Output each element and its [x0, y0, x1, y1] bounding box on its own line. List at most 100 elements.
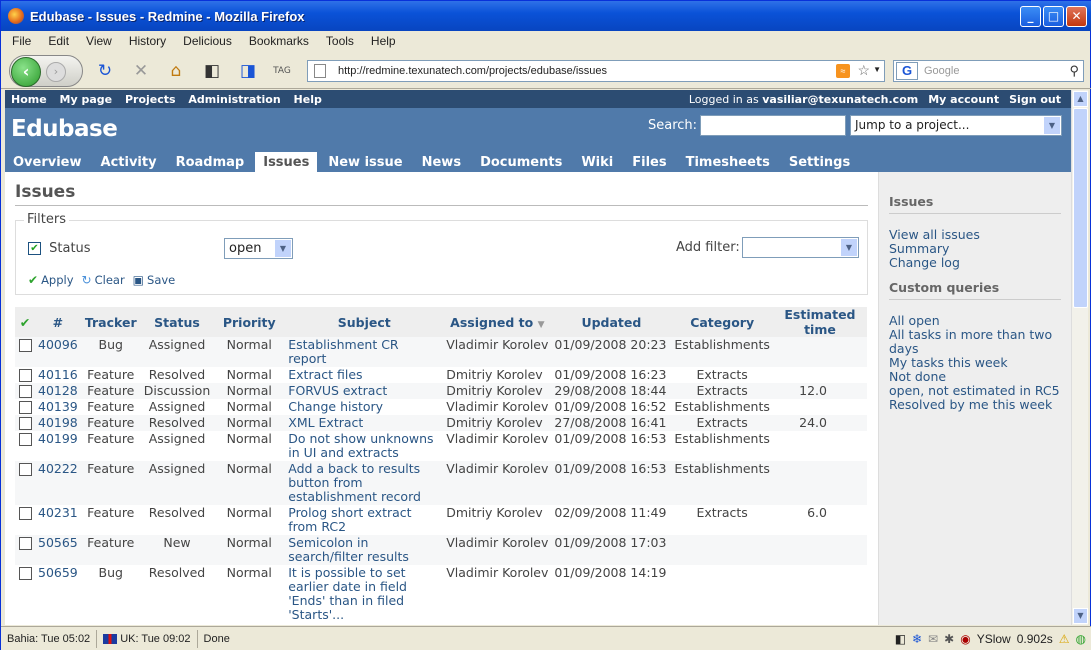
- query-open-not-estimated-rc5[interactable]: open, not estimated in RC5: [889, 384, 1061, 398]
- row-checkbox[interactable]: [18, 567, 32, 580]
- yslow-icon[interactable]: ◉: [960, 632, 970, 646]
- sign-out-link[interactable]: Sign out: [1009, 93, 1061, 106]
- globe-icon[interactable]: ◍: [1076, 632, 1086, 646]
- sidebar-link-summary[interactable]: Summary: [889, 242, 1061, 256]
- tab-documents[interactable]: Documents: [472, 152, 570, 173]
- status-operator-select[interactable]: open ▼: [224, 238, 293, 259]
- issue-id[interactable]: 40128: [35, 383, 81, 399]
- issue-subject[interactable]: Semicolon in search/filter results: [285, 535, 443, 565]
- issue-subject[interactable]: FORVUS extract: [285, 383, 443, 399]
- menu-delicious[interactable]: Delicious: [177, 34, 238, 48]
- vertical-scrollbar[interactable]: ▲ ▼: [1071, 90, 1088, 625]
- top-link-projects[interactable]: Projects: [125, 93, 176, 106]
- issue-id[interactable]: 50565: [35, 535, 81, 565]
- issue-id[interactable]: 40139: [35, 399, 81, 415]
- table-row[interactable]: 40096 Bug Assigned Normal Establishment CR r…: [15, 337, 867, 367]
- maximize-button[interactable]: □: [1043, 6, 1064, 27]
- scroll-up-icon[interactable]: ▲: [1073, 91, 1088, 107]
- issue-subject[interactable]: Extract files: [285, 367, 443, 383]
- table-row[interactable]: 40198 Feature Resolved Normal XML Extract Dmi…: [15, 415, 867, 431]
- tab-issues[interactable]: Issues: [255, 152, 318, 173]
- status-filter-checkbox[interactable]: ✔: [28, 242, 41, 255]
- clear-button[interactable]: ↻ Clear: [82, 273, 125, 287]
- issue-id[interactable]: 40198: [35, 415, 81, 431]
- row-checkbox[interactable]: [18, 433, 32, 446]
- col-subject[interactable]: Subject: [285, 307, 443, 337]
- project-search-input[interactable]: [700, 115, 846, 136]
- menu-view[interactable]: View: [80, 34, 118, 48]
- stop-icon[interactable]: ✕: [130, 61, 152, 81]
- forward-button[interactable]: ›: [46, 62, 66, 82]
- search-bar[interactable]: G Google ⚲: [893, 60, 1084, 82]
- star-icon[interactable]: ☆: [857, 62, 870, 79]
- menu-history[interactable]: History: [123, 34, 172, 48]
- tab-new-issue[interactable]: New issue: [320, 152, 410, 173]
- query-all-open[interactable]: All open: [889, 314, 1061, 328]
- bookmark-icon[interactable]: ◨: [237, 61, 259, 81]
- google-engine-icon[interactable]: G: [896, 62, 918, 80]
- col-updated[interactable]: Updated: [551, 307, 671, 337]
- issue-id[interactable]: 40231: [35, 505, 81, 535]
- home-icon[interactable]: ⌂: [165, 61, 187, 81]
- issue-subject[interactable]: XML Extract: [285, 415, 443, 431]
- tab-wiki[interactable]: Wiki: [573, 152, 621, 173]
- issue-id[interactable]: 40199: [35, 431, 81, 461]
- issue-subject[interactable]: Add a back to results button from establ…: [285, 461, 443, 505]
- issue-subject[interactable]: It is possible to set earlier date in fi…: [285, 565, 443, 623]
- issue-subject[interactable]: Establishment CR report: [285, 337, 443, 367]
- tab-news[interactable]: News: [414, 152, 469, 173]
- col-status[interactable]: Status: [141, 307, 213, 337]
- table-row[interactable]: 40199 Feature Assigned Normal Do not show un…: [15, 431, 867, 461]
- table-row[interactable]: 40222 Feature Assigned Normal Add a back to …: [15, 461, 867, 505]
- tag-icon[interactable]: TAG: [271, 61, 293, 81]
- yslow-label[interactable]: YSlow: [977, 632, 1011, 646]
- query-my-tasks-this-week[interactable]: My tasks this week: [889, 356, 1061, 370]
- row-checkbox[interactable]: [18, 507, 32, 520]
- tab-roadmap[interactable]: Roadmap: [168, 152, 253, 173]
- url-bar[interactable]: http://redmine.texunatech.com/projects/e…: [307, 60, 885, 82]
- row-checkbox[interactable]: [18, 463, 32, 476]
- table-row[interactable]: 50659 Bug Resolved Normal It is possible to …: [15, 565, 867, 623]
- filters-legend[interactable]: Filters: [24, 212, 69, 227]
- issue-id[interactable]: 40096: [35, 337, 81, 367]
- my-account-link[interactable]: My account: [928, 93, 999, 106]
- col-assigned-to[interactable]: Assigned to ▼: [443, 307, 551, 337]
- sidebar-link-view-all-issues[interactable]: View all issues: [889, 228, 1061, 242]
- toggle-all-check-icon[interactable]: ✔: [15, 307, 35, 337]
- row-checkbox[interactable]: [18, 401, 32, 414]
- row-checkbox[interactable]: [18, 369, 32, 382]
- add-filter-select[interactable]: ▼: [742, 237, 859, 258]
- scroll-down-icon[interactable]: ▼: [1073, 608, 1088, 624]
- jump-to-project-select[interactable]: Jump to a project... ▼: [850, 115, 1062, 136]
- menu-file[interactable]: File: [6, 34, 37, 48]
- back-button[interactable]: ‹: [11, 57, 41, 87]
- col-tracker[interactable]: Tracker: [81, 307, 141, 337]
- screen-icon[interactable]: ◧: [895, 632, 906, 646]
- top-link-help[interactable]: Help: [294, 93, 322, 106]
- tab-timesheets[interactable]: Timesheets: [678, 152, 778, 173]
- save-button[interactable]: ▣ Save: [133, 273, 176, 287]
- table-row[interactable]: 40128 Feature Discussion Normal FORVUS extra…: [15, 383, 867, 399]
- issue-subject[interactable]: Do not show unknowns in UI and extracts: [285, 431, 443, 461]
- issue-subject[interactable]: Prolog short extract from RC2: [285, 505, 443, 535]
- query-not-done[interactable]: Not done: [889, 370, 1061, 384]
- screen-icon[interactable]: ◧: [201, 61, 223, 81]
- table-row[interactable]: 40231 Feature Resolved Normal Prolog short e…: [15, 505, 867, 535]
- tab-files[interactable]: Files: [624, 152, 674, 173]
- col-category[interactable]: Category: [671, 307, 773, 337]
- row-checkbox[interactable]: [18, 537, 32, 550]
- issue-id[interactable]: 50659: [35, 565, 81, 623]
- close-button[interactable]: ✕: [1066, 6, 1087, 27]
- issue-id[interactable]: 40116: [35, 367, 81, 383]
- table-row[interactable]: 40116 Feature Resolved Normal Extract files D…: [15, 367, 867, 383]
- col-estimated-time[interactable]: Estimated time: [773, 307, 867, 337]
- row-checkbox[interactable]: [18, 417, 32, 430]
- menu-tools[interactable]: Tools: [320, 34, 360, 48]
- reload-icon[interactable]: ↻: [94, 61, 116, 81]
- table-row[interactable]: 40139 Feature Assigned Normal Change history…: [15, 399, 867, 415]
- tab-settings[interactable]: Settings: [781, 152, 858, 173]
- issue-subject[interactable]: Change history: [285, 399, 443, 415]
- snowflake-icon[interactable]: ❄: [912, 632, 922, 646]
- top-link-home[interactable]: Home: [11, 93, 47, 106]
- row-checkbox[interactable]: [18, 339, 32, 352]
